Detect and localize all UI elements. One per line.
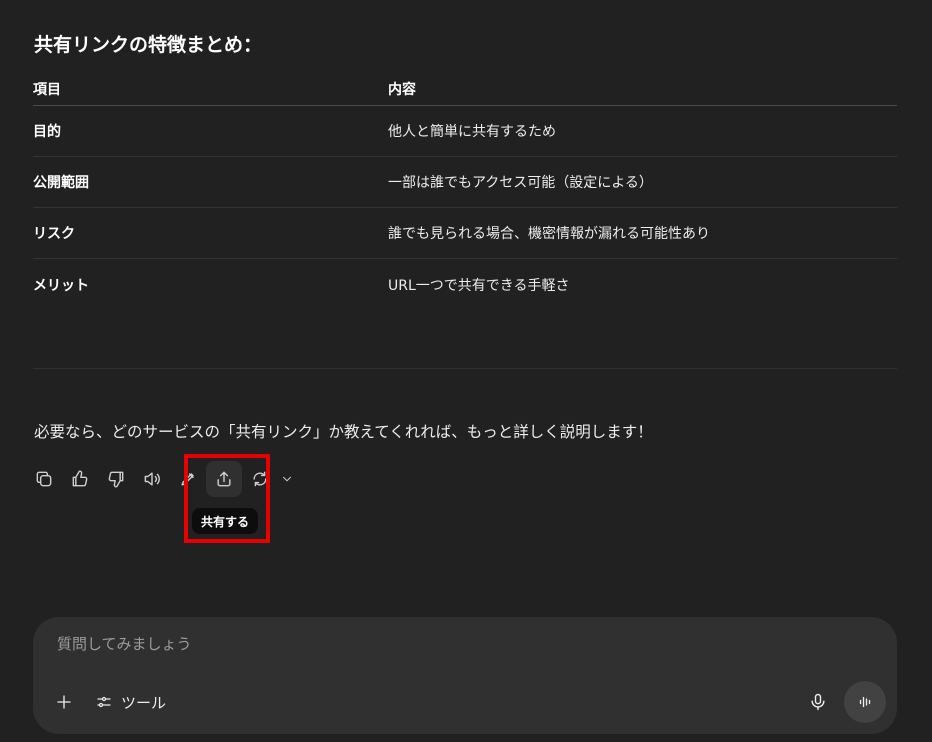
section-divider <box>33 368 897 369</box>
voice-mode-button[interactable] <box>844 681 886 723</box>
table-cell-item: 目的 <box>33 124 61 140</box>
message-composer: ツール <box>33 617 897 734</box>
thumbs-up-icon <box>72 470 88 487</box>
features-table: 項目 内容 目的 他人と簡単に共有するため 公開範囲 一部は誰でもアクセス可能（… <box>33 72 897 310</box>
followup-message: 必要なら、どのサービスの「共有リンク」か教えてくれれば、もっと詳しく説明します！ <box>34 423 653 441</box>
microphone-icon <box>811 693 825 711</box>
chat-page: 共有リンクの特徴まとめ： 項目 内容 目的 他人と簡単に共有するため 公開範囲 … <box>0 0 932 742</box>
table-header-item: 項目 <box>33 81 61 98</box>
table-row: 目的 他人と簡単に共有するため <box>33 106 897 157</box>
table-cell-item: リスク <box>33 226 75 242</box>
tools-button[interactable]: ツール <box>91 687 170 717</box>
table-header-row: 項目 内容 <box>33 72 897 106</box>
read-aloud-button[interactable] <box>134 461 170 497</box>
bad-response-button[interactable] <box>98 461 134 497</box>
table-row: メリット URL一つで共有できる手軽さ <box>33 259 897 310</box>
table-cell-content: URL一つで共有できる手軽さ <box>388 277 570 294</box>
good-response-button[interactable] <box>62 461 98 497</box>
table-row: 公開範囲 一部は誰でもアクセス可能（設定による） <box>33 157 897 208</box>
share-tooltip: 共有する <box>192 508 259 534</box>
thumbs-down-icon <box>108 471 124 488</box>
table-header-content: 内容 <box>388 81 416 98</box>
dictate-button[interactable] <box>803 687 833 717</box>
table-row: リスク 誰でも見られる場合、機密情報が漏れる可能性あり <box>33 208 897 259</box>
table-cell-content: 誰でも見られる場合、機密情報が漏れる可能性あり <box>388 226 710 242</box>
add-attachment-button[interactable] <box>49 687 79 717</box>
section-title: 共有リンクの特徴まとめ： <box>34 34 263 56</box>
speaker-icon <box>144 472 160 486</box>
copy-button[interactable] <box>26 461 62 497</box>
voice-wave-icon <box>859 696 871 708</box>
tools-label: ツール <box>121 693 167 712</box>
plus-icon <box>57 695 71 709</box>
table-cell-item: メリット <box>33 277 89 294</box>
table-cell-item: 公開範囲 <box>33 175 89 191</box>
table-cell-content: 一部は誰でもアクセス可能（設定による） <box>388 175 653 191</box>
chevron-down-icon <box>283 476 291 482</box>
prompt-input[interactable] <box>57 635 837 653</box>
table-cell-content: 他人と簡単に共有するため <box>388 124 556 140</box>
model-switch-button[interactable] <box>278 461 296 497</box>
sliders-icon <box>97 696 111 708</box>
copy-icon <box>36 471 52 487</box>
